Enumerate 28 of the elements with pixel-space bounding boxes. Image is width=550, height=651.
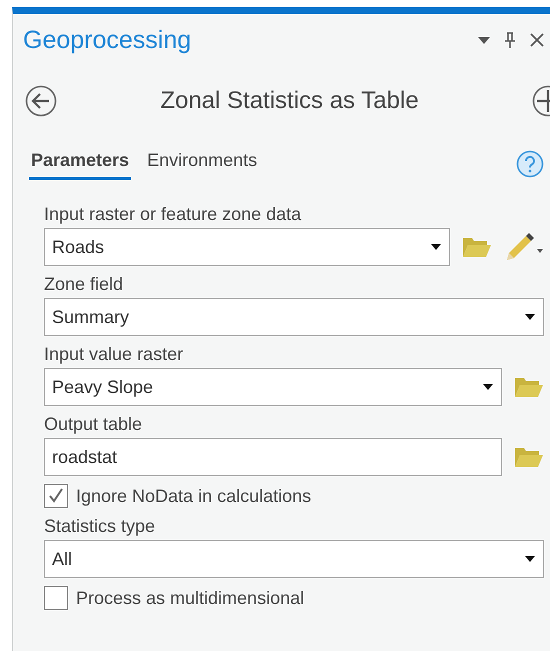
caret-icon[interactable]	[431, 244, 441, 250]
dropdown-field[interactable]: Roads	[44, 228, 450, 266]
tab[interactable]: Environments	[145, 148, 260, 180]
parameter-label: Input value raster	[44, 344, 184, 365]
parameter-label: Output table	[44, 414, 144, 435]
checkbox-label: Ignore NoData in calculations	[76, 486, 312, 506]
dropdown-field[interactable]: Summary	[44, 298, 544, 336]
dropdown-caret-icon[interactable]	[478, 36, 490, 44]
parameter-label: Input raster or feature zone data	[44, 204, 302, 225]
dropdown-field[interactable]: All	[44, 540, 544, 578]
checkbox[interactable]	[44, 484, 68, 508]
checkbox[interactable]	[44, 586, 68, 610]
caret-icon[interactable]	[525, 314, 535, 320]
pane-title: Geoprocessing	[23, 26, 192, 54]
pencil-icon[interactable]	[504, 233, 544, 261]
text-field[interactable]: roadstat	[44, 438, 502, 476]
dropdown-field[interactable]: Peavy Slope	[44, 368, 502, 406]
parameter-label: Zone field	[44, 274, 124, 295]
checkbox-label: Process as multidimensional	[76, 588, 304, 608]
tool-title: Zonal Statistics as Table	[159, 87, 420, 115]
caret-icon[interactable]	[525, 556, 535, 562]
help-icon[interactable]	[516, 150, 544, 178]
tab[interactable]: Parameters	[29, 148, 132, 180]
caret-icon[interactable]	[483, 384, 493, 390]
parameter-label: Statistics type	[44, 516, 156, 537]
close-icon[interactable]	[530, 33, 544, 47]
pin-icon[interactable]	[504, 32, 516, 48]
check-icon	[47, 487, 65, 505]
